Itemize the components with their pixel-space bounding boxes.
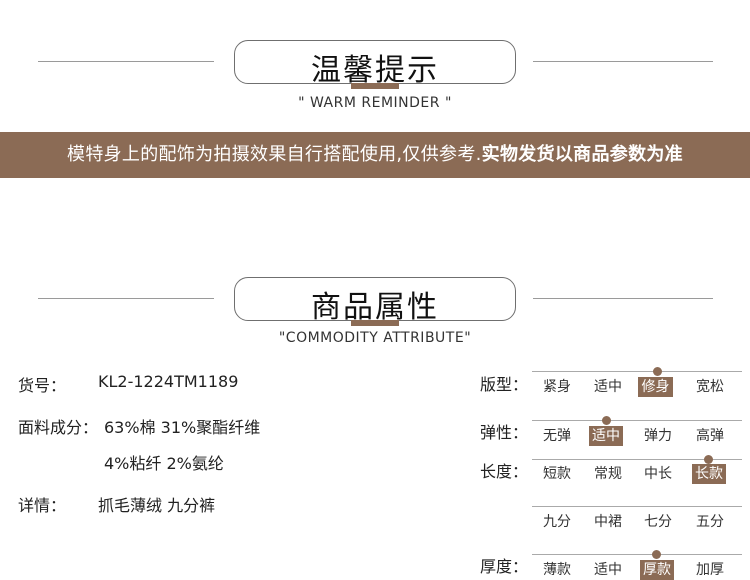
fit-option: 紧身	[543, 379, 571, 395]
length-indicator	[704, 455, 713, 464]
attributes-subtitle: "COMMODITY ATTRIBUTE"	[278, 330, 472, 346]
thickness-label: 厚度：	[480, 557, 529, 576]
fit-scale-line	[532, 371, 742, 372]
length-option-selected: 长款	[692, 464, 726, 484]
fit-option-selected: 修身	[638, 377, 673, 397]
length-label: 长度：	[480, 462, 529, 481]
divider-right	[533, 61, 713, 62]
thickness-scale-line	[532, 554, 742, 555]
thickness-indicator	[652, 550, 661, 559]
thickness-option: 加厚	[696, 562, 724, 578]
reminder-notice-emphasis: 实物发货以商品参数为准	[481, 144, 683, 165]
stretch-label: 弹性：	[480, 423, 529, 442]
length-scale-line-2	[532, 506, 742, 507]
stretch-indicator	[602, 416, 611, 425]
length-option: 常规	[594, 466, 622, 482]
divider-left	[38, 61, 214, 62]
stretch-option: 弹力	[644, 428, 672, 444]
length-option: 九分	[543, 514, 571, 530]
thickness-option: 适中	[594, 562, 622, 578]
fit-label: 版型：	[480, 375, 529, 394]
length-option: 五分	[696, 514, 724, 530]
stretch-option-selected: 适中	[589, 426, 623, 446]
thickness-option: 薄款	[543, 562, 571, 578]
thickness-option-selected: 厚款	[640, 560, 674, 580]
stretch-option: 高弹	[696, 428, 724, 444]
stretch-scale-line	[532, 420, 742, 421]
reminder-title-frame: 温馨提示	[234, 40, 516, 88]
attributes-title-frame: 商品属性	[234, 277, 516, 325]
fabric-line-1: 63%棉 31%聚酯纤维	[104, 418, 261, 437]
reminder-title-accent	[351, 83, 399, 89]
attributes-title-accent	[351, 320, 399, 326]
fit-option: 适中	[594, 379, 622, 395]
reminder-subtitle: " WARM REMINDER "	[298, 95, 452, 111]
sku-value: KL2-1224TM1189	[98, 372, 239, 391]
attr-divider-right	[533, 298, 713, 299]
length-option: 中长	[644, 466, 672, 482]
detail-value: 抓毛薄绒 九分裤	[98, 496, 216, 515]
sku-label: 货号：	[18, 376, 67, 395]
reminder-notice-text: 模特身上的配饰为拍摄效果自行搭配使用,仅供参考.	[67, 144, 482, 165]
reminder-notice-banner: 模特身上的配饰为拍摄效果自行搭配使用,仅供参考.实物发货以商品参数为准	[0, 132, 750, 178]
length-option: 中裙	[594, 514, 622, 530]
fabric-label: 面料成分：	[18, 418, 99, 437]
fabric-line-2: 4%粘纤 2%氨纶	[104, 454, 224, 473]
stretch-option: 无弹	[543, 428, 571, 444]
length-option: 七分	[644, 514, 672, 530]
fit-indicator	[653, 367, 662, 376]
detail-label: 详情：	[18, 496, 67, 515]
attr-divider-left	[38, 298, 214, 299]
fit-option: 宽松	[696, 379, 724, 395]
length-option: 短款	[543, 466, 571, 482]
